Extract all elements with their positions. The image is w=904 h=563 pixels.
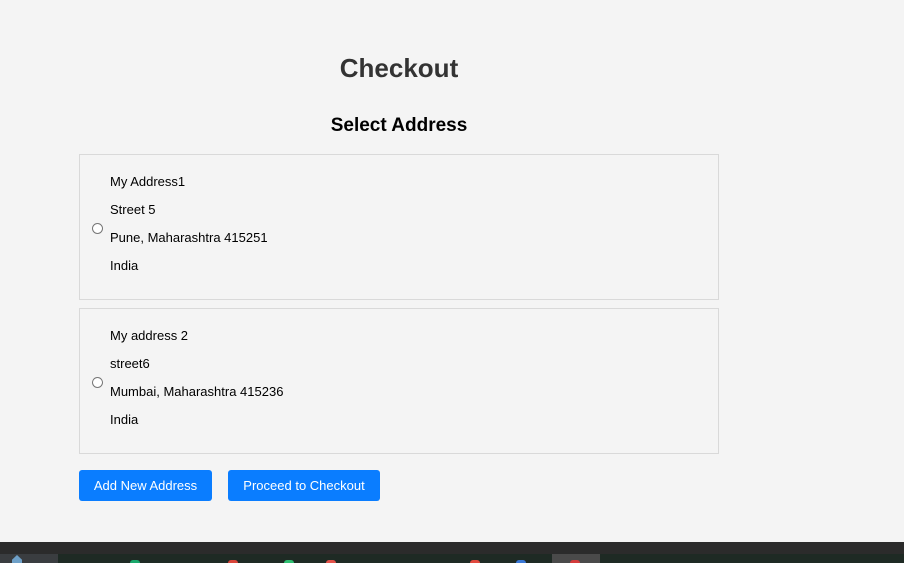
address-lines: My address 2 street6 Mumbai, Maharashtra… (110, 328, 283, 440)
add-new-address-button[interactable]: Add New Address (79, 470, 212, 501)
start-button[interactable] (0, 554, 58, 563)
address-street: street6 (110, 356, 150, 371)
proceed-to-checkout-button[interactable]: Proceed to Checkout (228, 470, 380, 501)
page-title: Checkout (339, 53, 459, 83)
address-radio-1[interactable] (92, 223, 103, 234)
address-city-line: Pune, Maharashtra 415251 (110, 230, 268, 245)
address-country: India (110, 258, 139, 273)
address-street: Street 5 (110, 202, 156, 217)
address-name: My Address1 (110, 174, 186, 189)
section-title: Select Address (330, 115, 468, 136)
address-card-2[interactable]: My address 2 street6 Mumbai, Maharashtra… (79, 308, 719, 454)
address-country: India (110, 412, 139, 427)
address-name: My address 2 (110, 328, 189, 343)
address-card-1[interactable]: My Address1 Street 5 Pune, Maharashtra 4… (79, 154, 719, 300)
address-lines: My Address1 Street 5 Pune, Maharashtra 4… (110, 174, 268, 286)
address-city-line: Mumbai, Maharashtra 415236 (110, 384, 284, 399)
address-radio-2[interactable] (92, 377, 103, 388)
taskbar (0, 542, 904, 563)
